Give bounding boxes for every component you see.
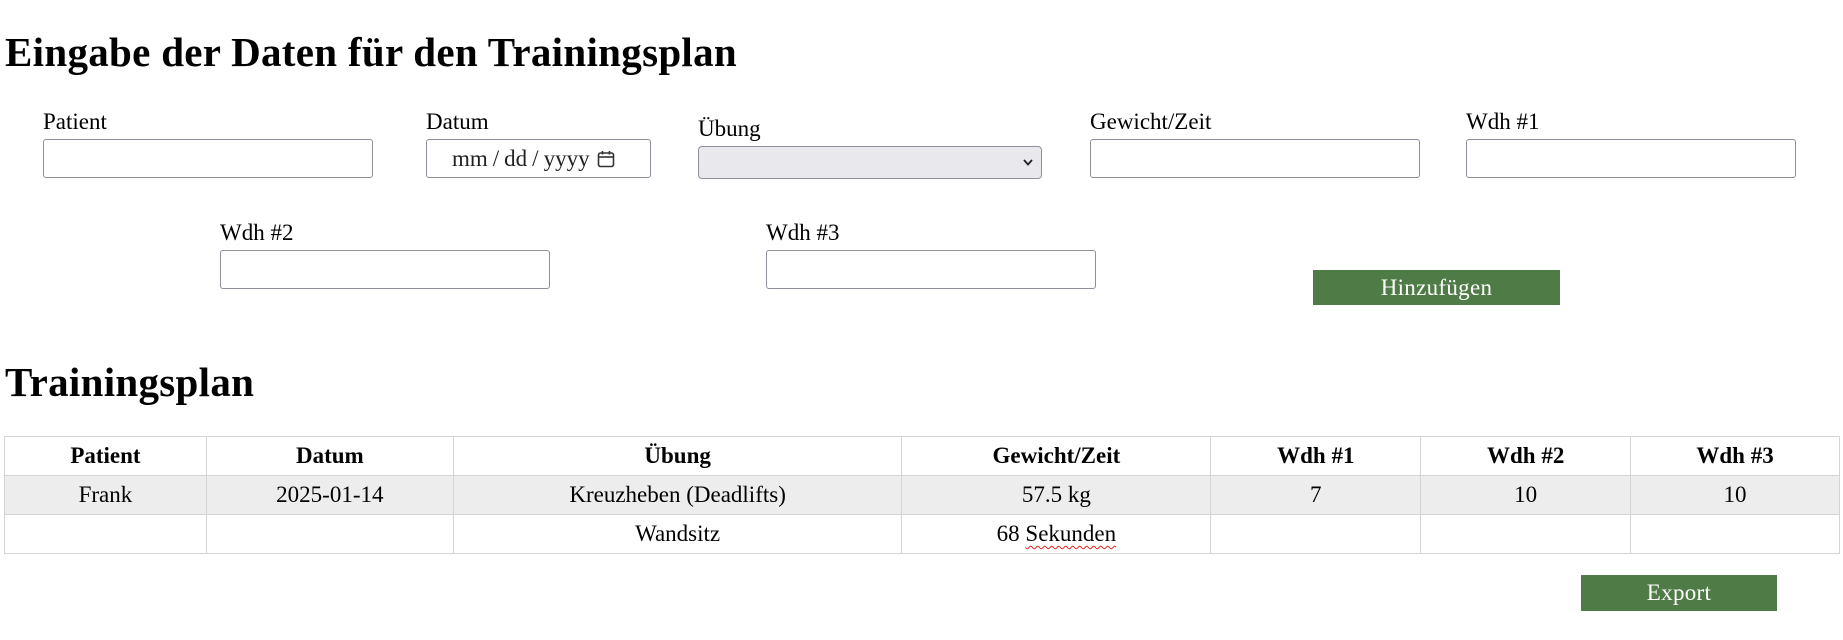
- uebung-field-group: Übung: [698, 117, 1042, 179]
- column-header-patient: Patient: [4, 436, 207, 476]
- spellcheck-word: Sekunden: [1025, 521, 1117, 546]
- cell-datum: 2025-01-14: [205, 475, 454, 515]
- date-month-segment[interactable]: mm: [452, 146, 488, 172]
- cell-wdh2: 10: [1420, 475, 1632, 515]
- patient-field-group: Patient: [43, 110, 373, 178]
- wdh2-label: Wdh #2: [220, 220, 294, 245]
- chevron-down-icon: [1023, 159, 1033, 166]
- cell-datum: [205, 514, 454, 554]
- column-header-uebung: Übung: [452, 436, 903, 476]
- gewicht-input[interactable]: [1090, 139, 1420, 178]
- table-row: Frank 2025-01-14 Kreuzheben (Deadlifts) …: [4, 475, 1840, 515]
- cell-gewicht: 68 Sekunden: [901, 514, 1212, 554]
- table-row: Wandsitz 68 Sekunden: [4, 514, 1840, 554]
- datum-field-group: Datum mm / dd / yyyy: [426, 110, 651, 178]
- column-header-wdh2: Wdh #2: [1420, 436, 1632, 476]
- cell-uebung: Wandsitz: [452, 514, 903, 554]
- cell-wdh1: [1210, 514, 1422, 554]
- patient-input[interactable]: [43, 139, 373, 178]
- column-header-gewicht: Gewicht/Zeit: [901, 436, 1212, 476]
- cell-wdh3: 10: [1630, 475, 1840, 515]
- gewicht-text: 68 Sekunden: [996, 521, 1117, 546]
- training-plan-table: Patient Datum Übung Gewicht/Zeit Wdh #1 …: [4, 436, 1840, 554]
- cell-wdh1: 7: [1210, 475, 1422, 515]
- add-button[interactable]: Hinzufügen: [1313, 270, 1560, 305]
- plan-title: Trainingsplan: [5, 359, 255, 405]
- cell-patient: Frank: [4, 475, 207, 515]
- wdh3-label: Wdh #3: [766, 220, 840, 245]
- date-day-segment[interactable]: dd: [504, 146, 527, 172]
- wdh3-input[interactable]: [766, 250, 1096, 289]
- column-header-datum: Datum: [205, 436, 454, 476]
- column-header-wdh3: Wdh #3: [1630, 436, 1840, 476]
- column-header-wdh1: Wdh #1: [1210, 436, 1422, 476]
- patient-label: Patient: [43, 109, 107, 134]
- wdh2-input[interactable]: [220, 250, 550, 289]
- cell-uebung: Kreuzheben (Deadlifts): [452, 475, 903, 515]
- uebung-label: Übung: [698, 116, 761, 141]
- calendar-icon[interactable]: [596, 149, 616, 169]
- wdh1-input[interactable]: [1466, 139, 1796, 178]
- gewicht-label: Gewicht/Zeit: [1090, 109, 1212, 134]
- date-separator: /: [492, 145, 500, 171]
- date-separator: /: [532, 145, 539, 171]
- page: Eingabe der Daten für den Trainingsplan …: [0, 0, 1843, 640]
- wdh1-label: Wdh #1: [1466, 109, 1540, 134]
- form-title: Eingabe der Daten für den Trainingsplan: [5, 29, 738, 75]
- wdh3-field-group: Wdh #3: [766, 221, 1096, 289]
- cell-wdh2: [1420, 514, 1632, 554]
- table-header-row: Patient Datum Übung Gewicht/Zeit Wdh #1 …: [4, 436, 1840, 476]
- wdh1-field-group: Wdh #1: [1466, 110, 1796, 178]
- export-button[interactable]: Export: [1581, 575, 1777, 611]
- cell-gewicht: 57.5 kg: [901, 475, 1212, 515]
- cell-patient: [4, 514, 207, 554]
- gewicht-field-group: Gewicht/Zeit: [1090, 110, 1420, 178]
- wdh2-field-group: Wdh #2: [220, 221, 550, 289]
- cell-wdh3: [1630, 514, 1840, 554]
- uebung-select[interactable]: [698, 146, 1042, 179]
- date-year-segment[interactable]: yyyy: [544, 146, 590, 172]
- datum-label: Datum: [426, 109, 489, 134]
- datum-input[interactable]: mm / dd / yyyy: [426, 139, 651, 178]
